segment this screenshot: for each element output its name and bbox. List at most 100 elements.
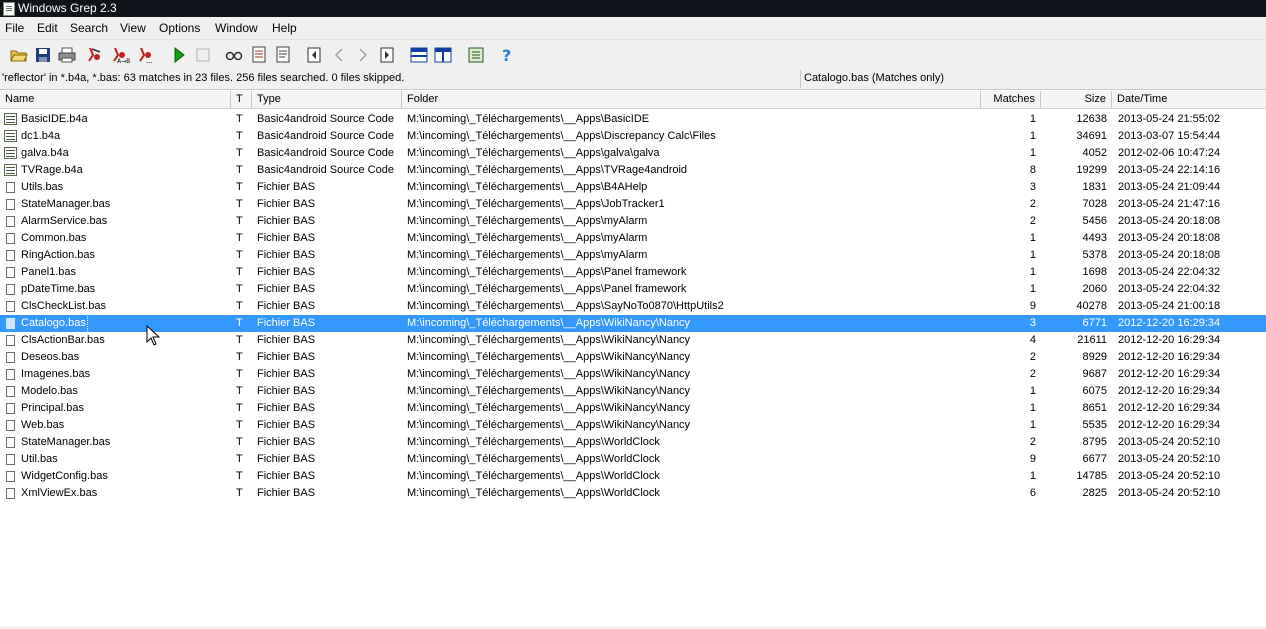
file-matches: 1 (1029, 470, 1036, 482)
file-folder: M:\incoming\_Téléchargements\__Apps\TVRa… (407, 164, 688, 176)
file-t-flag: T (236, 334, 243, 346)
prev-icon[interactable] (330, 46, 348, 64)
file-date: 2012-12-20 16:29:34 (1118, 317, 1221, 329)
table-row[interactable]: XmlViewEx.bas T Fichier BAS M:\incoming\_Té… (0, 485, 1266, 502)
file-name: RingAction.bas (20, 247, 230, 264)
file-size: 14785 (1076, 470, 1107, 482)
file-matches: 6 (1029, 487, 1036, 499)
file-name-text: XmlViewEx.bas (21, 487, 98, 499)
file-date: 2013-05-24 22:04:32 (1118, 266, 1221, 278)
file-size: 6771 (1082, 317, 1107, 329)
file-matches: 2 (1029, 215, 1036, 227)
file-date: 2013-03-07 15:54:44 (1118, 130, 1221, 142)
file-matches: 9 (1029, 300, 1036, 312)
column-header-size[interactable]: Size (1041, 91, 1112, 108)
file-size: 12638 (1076, 113, 1107, 125)
file-folder: M:\incoming\_Téléchargements\__Apps\Wiki… (407, 334, 691, 346)
table-row[interactable]: StateManager.bas T Fichier BAS M:\incoming\… (0, 196, 1266, 213)
file-icon-cell (2, 264, 18, 281)
table-row[interactable]: WidgetConfig.bas T Fichier BAS M:\incoming\… (0, 468, 1266, 485)
menu-view[interactable]: View (120, 21, 146, 35)
menu-help[interactable]: Help (272, 21, 297, 35)
column-header-name[interactable]: Name (0, 91, 231, 108)
document-icon[interactable] (274, 46, 292, 64)
file-icon-cell (2, 230, 18, 247)
table-row[interactable]: RingAction.bas T Fichier BAS M:\incoming\_T… (0, 247, 1266, 264)
column-header-t[interactable]: T (231, 91, 252, 108)
menu-search[interactable]: Search (70, 21, 108, 35)
save-icon[interactable] (34, 46, 52, 64)
menu-file[interactable]: File (5, 21, 24, 35)
file-name-text: Catalogo.bas (20, 315, 88, 332)
view-icon[interactable] (224, 46, 243, 64)
table-row[interactable]: Deseos.bas T Fichier BAS M:\incoming\_Téléc… (0, 349, 1266, 366)
file-name-text: Util.bas (21, 453, 58, 465)
file-name: Web.bas (20, 417, 230, 434)
table-row[interactable]: ClsActionBar.bas T Fichier BAS M:\incoming\… (0, 332, 1266, 349)
column-header-type[interactable]: Type (252, 91, 402, 108)
file-name: Utils.bas (20, 179, 230, 196)
table-row[interactable]: Panel1.bas T Fichier BAS M:\incoming\_Téléc… (0, 264, 1266, 281)
file-folder: M:\incoming\_Téléchargements\__Apps\Worl… (407, 453, 660, 465)
table-row[interactable]: Utils.bas T Fichier BAS M:\incoming\_Téléch… (0, 179, 1266, 196)
next-icon[interactable] (354, 46, 372, 64)
column-header-date[interactable]: Date/Time (1112, 91, 1266, 108)
split-vertical-icon[interactable] (434, 46, 452, 64)
print-icon[interactable] (58, 46, 76, 64)
file-icon-cell (2, 417, 18, 434)
table-row[interactable]: Common.bas T Fichier BAS M:\incoming\_Téléc… (0, 230, 1266, 247)
file-type: Fichier BAS (257, 300, 316, 312)
file-icon-cell (2, 128, 18, 145)
file-folder: M:\incoming\_Téléchargements\__Apps\Wiki… (407, 385, 691, 397)
split-horizontal-icon[interactable] (410, 46, 428, 64)
table-row[interactable]: Util.bas T Fichier BAS M:\incoming\_Télécha… (0, 451, 1266, 468)
table-row[interactable]: TVRage.b4a T Basic4android Source Code M:\i… (0, 162, 1266, 179)
column-header-matches[interactable]: Matches (981, 91, 1041, 108)
help-icon[interactable]: ? (498, 46, 516, 64)
file-name-text: Utils.bas (21, 181, 64, 193)
replace-icon[interactable]: A→B (111, 46, 130, 64)
window-title: Windows Grep 2.3 (18, 1, 117, 15)
table-row[interactable]: Principal.bas T Fichier BAS M:\incoming\_Té… (0, 400, 1266, 417)
menu-window[interactable]: Window (215, 21, 258, 35)
file-type: Fichier BAS (257, 453, 316, 465)
file-name-text: RingAction.bas (21, 249, 95, 261)
file-size: 9687 (1082, 368, 1107, 380)
table-row[interactable]: BasicIDE.b4a T Basic4android Source Code M:… (0, 111, 1266, 128)
table-row[interactable]: StateManager.bas T Fichier BAS M:\incoming\… (0, 434, 1266, 451)
file-type: Fichier BAS (257, 198, 316, 210)
file-type: Fichier BAS (257, 368, 316, 380)
file-icon-cell (2, 383, 18, 400)
file-matches: 1 (1029, 232, 1036, 244)
menu-edit[interactable]: Edit (37, 21, 58, 35)
search-more-icon[interactable]: ... (137, 46, 155, 64)
stop-icon[interactable] (194, 46, 212, 64)
table-row[interactable]: ClsCheckList.bas T Fichier BAS M:\incoming\… (0, 298, 1266, 315)
table-row[interactable]: AlarmService.bas T Fichier BAS M:\incoming\… (0, 213, 1266, 230)
file-folder: M:\incoming\_Téléchargements\__Apps\Disc… (407, 130, 716, 142)
bas-file-icon (6, 233, 15, 244)
file-icon-cell (2, 145, 18, 162)
search-icon[interactable] (86, 46, 104, 64)
menu-options[interactable]: Options (159, 21, 200, 35)
column-header-folder[interactable]: Folder (402, 91, 981, 108)
svg-text:...: ... (146, 57, 153, 64)
file-matches: 1 (1029, 266, 1036, 278)
table-row[interactable]: Catalogo.bas T Fichier BAS M:\incoming\_Tél… (0, 315, 1266, 332)
file-t-flag: T (236, 249, 243, 261)
table-row[interactable]: Modelo.bas T Fichier BAS M:\incoming\_Téléc… (0, 383, 1266, 400)
document-list-icon[interactable] (250, 46, 268, 64)
table-row[interactable]: pDateTime.bas T Fichier BAS M:\incoming\_Té… (0, 281, 1266, 298)
table-row[interactable]: Imagenes.bas T Fichier BAS M:\incoming\_Tél… (0, 366, 1266, 383)
table-row[interactable]: galva.b4a T Basic4android Source Code M:\in… (0, 145, 1266, 162)
file-name-text: WidgetConfig.bas (21, 470, 108, 482)
play-icon[interactable] (170, 46, 188, 64)
table-row[interactable]: Web.bas T Fichier BAS M:\incoming\_Téléchar… (0, 417, 1266, 434)
report-icon[interactable] (467, 46, 485, 64)
file-name: ClsCheckList.bas (20, 298, 230, 315)
file-matches: 1 (1029, 130, 1036, 142)
open-folder-icon[interactable] (10, 46, 28, 64)
last-icon[interactable] (378, 46, 396, 64)
first-icon[interactable] (305, 46, 323, 64)
table-row[interactable]: dc1.b4a T Basic4android Source Code M:\inco… (0, 128, 1266, 145)
